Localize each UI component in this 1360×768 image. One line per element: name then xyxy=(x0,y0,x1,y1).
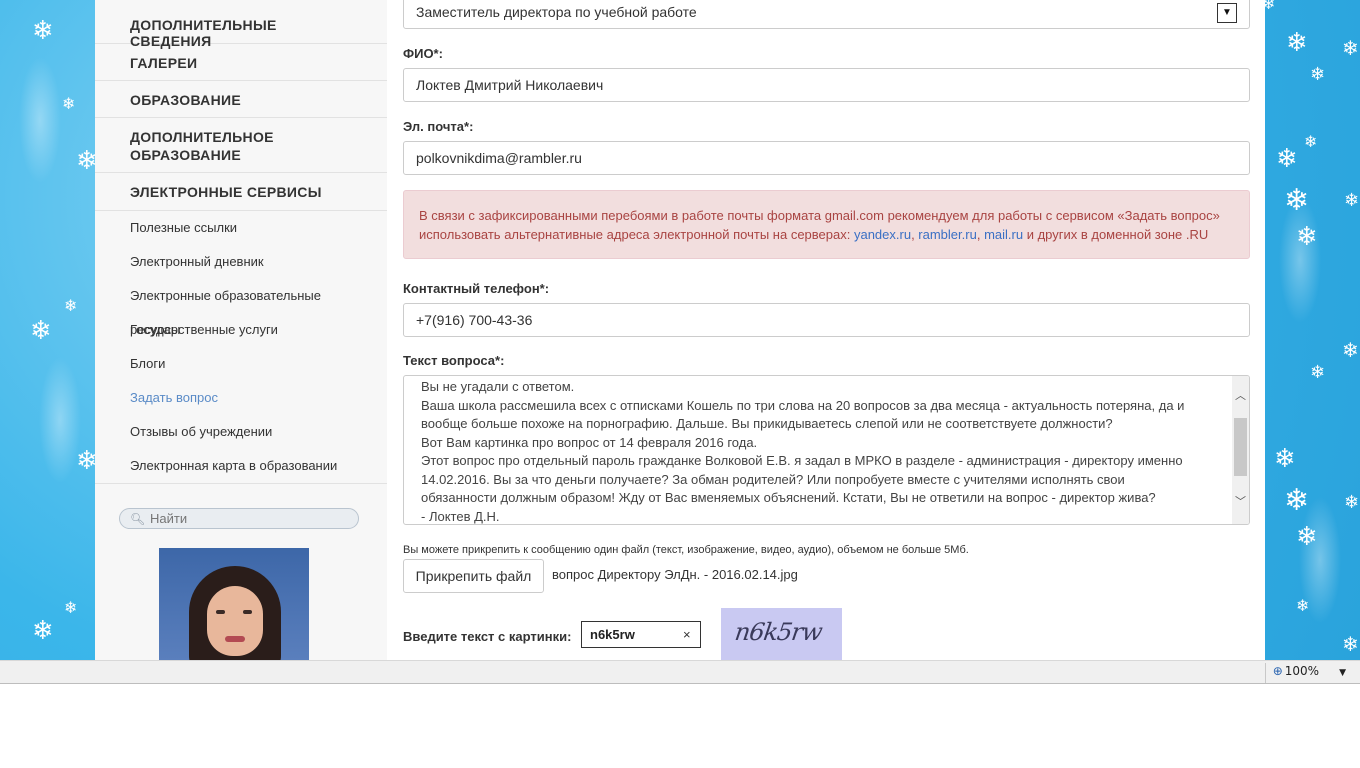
chevron-up-icon[interactable]: ︿ xyxy=(1232,388,1249,405)
phone-field[interactable]: +7(916) 700-43-36 xyxy=(403,303,1250,337)
link-rambler[interactable]: rambler.ru xyxy=(918,227,977,242)
captcha-image: n6k5rw xyxy=(721,608,842,660)
phone-label: Контактный телефон*: xyxy=(403,281,550,296)
snowflake-icon: ❄ xyxy=(64,598,78,617)
snowflake-icon: ❄ xyxy=(1284,483,1310,518)
search-icon: 🔍︎ xyxy=(130,512,146,526)
sidebar-item-e-card[interactable]: Электронная карта в образовании xyxy=(95,449,387,483)
attach-file-button[interactable]: Прикрепить файл xyxy=(403,559,544,593)
snowflake-icon: ❄ xyxy=(1284,183,1310,218)
snowflake-icon: ❄ xyxy=(1276,144,1298,174)
snowflake-icon: ❄ xyxy=(1342,338,1359,362)
recipient-select[interactable]: Заместитель директора по учебной работе … xyxy=(403,0,1250,29)
snowflake-icon: ❄ xyxy=(1310,362,1326,383)
sidebar-item-education[interactable]: ОБРАЗОВАНИЕ xyxy=(95,81,387,118)
sidebar-item-blogs[interactable]: Блоги xyxy=(95,347,387,381)
sidebar-search: 🔍︎ xyxy=(119,508,359,529)
chevron-down-icon[interactable]: ﹀ xyxy=(1232,494,1249,511)
main-content: ДОПОЛНИТЕЛЬНЫЕ СВЕДЕНИЯ ГАЛЕРЕИ ОБРАЗОВА… xyxy=(95,0,1265,660)
snowflake-icon: ❄ xyxy=(62,94,76,113)
snowflake-icon: ❄ xyxy=(1342,36,1359,60)
sidebar-item-useful-links[interactable]: Полезные ссылки xyxy=(95,211,387,245)
snowflake-icon: ❄ xyxy=(1304,132,1318,151)
snowflake-icon: ❄ xyxy=(32,616,54,646)
link-yandex[interactable]: yandex.ru xyxy=(854,227,911,242)
sidebar-item-galleries[interactable]: ГАЛЕРЕИ xyxy=(95,44,387,81)
sidebar-item-electronic-services[interactable]: ЭЛЕКТРОННЫЕ СЕРВИСЫ xyxy=(95,173,387,211)
snowflake-icon: ❄ xyxy=(1296,596,1310,615)
snowflake-icon: ❄ xyxy=(1344,190,1360,211)
snowflake-icon: ❄ xyxy=(32,16,54,46)
snowflake-icon: ❄ xyxy=(1286,28,1308,58)
captcha-label: Введите текст с картинки: xyxy=(403,629,572,644)
snowflake-icon: ❄ xyxy=(1344,492,1360,513)
snowflake-icon: ❄ xyxy=(1274,444,1296,474)
question-textarea[interactable]: Вы не угадали с ответом. Ваша школа расс… xyxy=(403,375,1250,525)
sidebar-item-e-resources[interactable]: Электронные образовательные ресурсы xyxy=(95,279,387,337)
snowflake-icon: ❄ xyxy=(30,316,52,346)
director-photo xyxy=(159,548,309,660)
chevron-down-icon[interactable]: ▼ xyxy=(1339,668,1346,678)
zoom-control[interactable]: ⊕ 100% ▼ xyxy=(1273,664,1346,678)
sidebar-item-gov-services[interactable]: Государственные услуги xyxy=(95,313,387,347)
email-label: Эл. почта*: xyxy=(403,119,474,134)
search-input[interactable] xyxy=(150,511,350,526)
sidebar-item-ask-question[interactable]: Задать вопрос xyxy=(95,381,387,415)
sidebar-sub-nav: Полезные ссылки Электронный дневник Элек… xyxy=(95,211,387,484)
sidebar-item-reviews[interactable]: Отзывы об учреждении xyxy=(95,415,387,449)
email-field[interactable]: polkovnikdima@rambler.ru xyxy=(403,141,1250,175)
sidebar-item-additional-education[interactable]: ДОПОЛНИТЕЛЬНОЕ ОБРАЗОВАНИЕ xyxy=(95,118,387,173)
scrollbar-thumb[interactable] xyxy=(1234,418,1247,476)
name-field[interactable]: Локтев Дмитрий Николаевич xyxy=(403,68,1250,102)
textarea-scrollbar[interactable]: ︿ ﹀ xyxy=(1232,376,1249,524)
question-label: Текст вопроса*: xyxy=(403,353,505,368)
sidebar-item-e-diary[interactable]: Электронный дневник xyxy=(95,245,387,279)
snowflake-icon: ❄ xyxy=(64,296,78,315)
name-label: ФИО*: xyxy=(403,46,443,61)
question-text: Вы не угадали с ответом. Ваша школа расс… xyxy=(421,379,1185,524)
clear-icon[interactable]: × xyxy=(683,627,691,642)
link-mail[interactable]: mail.ru xyxy=(984,227,1023,242)
sidebar-item-additional-info[interactable]: ДОПОЛНИТЕЛЬНЫЕ СВЕДЕНИЯ xyxy=(95,0,387,49)
sidebar-main-nav: ДОПОЛНИТЕЛЬНЫЕ СВЕДЕНИЯ ГАЛЕРЕИ ОБРАЗОВА… xyxy=(95,0,387,211)
snowflake-icon: ❄ xyxy=(1296,522,1318,552)
chevron-down-icon[interactable]: ▼ xyxy=(1217,3,1237,23)
zoom-icon: ⊕ xyxy=(1272,664,1283,678)
sidebar: ДОПОЛНИТЕЛЬНЫЕ СВЕДЕНИЯ ГАЛЕРЕИ ОБРАЗОВА… xyxy=(95,0,387,660)
attached-file-name: вопрос Директору ЭлДн. - 2016.02.14.jpg xyxy=(552,567,798,582)
gmail-warning-alert: В связи с зафиксированными перебоями в р… xyxy=(403,190,1250,259)
snowflake-icon: ❄ xyxy=(1310,64,1326,85)
attach-hint: Вы можете прикрепить к сообщению один фа… xyxy=(403,544,969,556)
browser-status-bar: ⊕ 100% ▼ xyxy=(0,660,1360,684)
snowflake-icon: ❄ xyxy=(1342,632,1359,656)
snowflake-icon: ❄ xyxy=(1296,222,1318,252)
